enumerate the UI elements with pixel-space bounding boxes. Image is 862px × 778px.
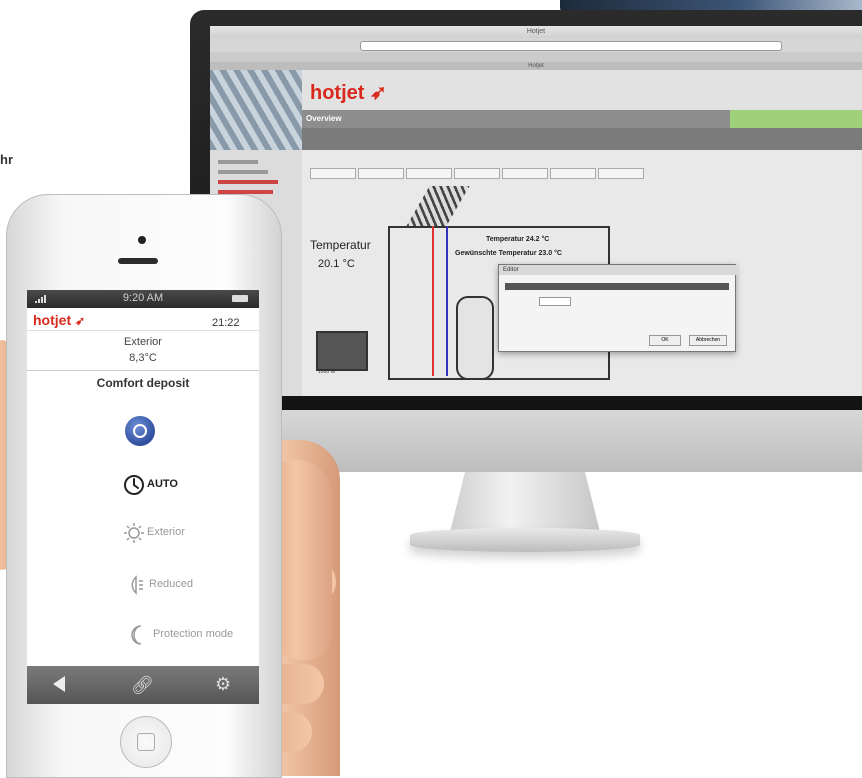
bottom-nav-bar: 🔗︎ ⚙ [27,666,259,704]
temperature-value: 20.1 °C [318,258,355,270]
browser-titlebar: Hotjet [210,26,862,38]
app-clock: 21:22 [212,317,240,329]
phone-status-bar: 9:20 AM [27,290,259,308]
front-camera [138,236,146,244]
status-time: 9:20 AM [122,292,164,304]
hot-pipe [432,226,434,376]
toolbar-button-3[interactable] [406,168,452,179]
browser-tab[interactable]: Hotjet [210,62,862,70]
boiler-label: 1000 W [318,369,336,375]
actual-temperature: Temperatur 24.2 °C [486,236,550,243]
bookmarks-bar [210,52,862,62]
earpiece-speaker [118,258,158,264]
toolbar-button-1[interactable] [310,168,356,179]
desired-temperature: Gewünschte Temperatur 23.0 °C [455,250,562,257]
monitor-stand-neck [450,472,600,532]
nav-strip [302,110,730,128]
app-header [210,70,862,110]
header-building-image [210,70,302,150]
refresh-icon [133,424,147,438]
lamp-icon [131,575,143,595]
battery-icon [232,295,248,302]
app-logo: hotjet ➶ [33,312,85,328]
exterior-temperature: 8,3°C [129,352,157,364]
dialog-header-bar [505,283,729,290]
partial-heading-text: hr [0,152,13,167]
monitor-screen: Hotjet Hotjet hotjet ➶ Overview 1000 W T… [210,26,862,396]
toolbar-button-7[interactable] [598,168,644,179]
sidebar-item-1[interactable] [218,160,258,164]
editor-dialog: Editor OK Abbrechen [498,264,739,352]
divider [27,370,259,371]
mode-reduced-row[interactable]: Reduced [27,572,259,600]
mode-exterior-row[interactable]: Exterior [27,520,259,548]
exterior-title: Exterior [124,336,162,348]
mode-label-protection: Protection mode [153,628,234,640]
temperature-label: Temperatur [310,238,371,252]
jet-logo-icon: ➶ [75,314,86,328]
toolbar-button-5[interactable] [502,168,548,179]
divider [27,330,259,331]
address-bar[interactable] [360,41,782,51]
app-logo-text: hotjet [33,312,72,328]
dialog-title: Editor [499,265,739,275]
sidebar-item-3[interactable] [218,180,278,184]
moon-icon [131,625,142,645]
mode-title: Comfort deposit [96,376,190,390]
logo-text: hotjet [310,82,365,104]
dialog-ok-button[interactable]: OK [649,335,681,346]
back-icon[interactable] [53,676,65,692]
phone-screen: 9:20 AM hotjet ➶ 21:22 Exterior 8,3°C Co… [27,290,259,704]
sun-icon [124,523,144,543]
sidebar-item-2[interactable] [218,170,268,174]
link-icon[interactable]: 🔗︎ [131,675,154,696]
clock-icon [124,475,144,495]
boiler-unit-icon [316,331,368,371]
mode-label-reduced: Reduced [149,578,194,590]
gear-icon[interactable]: ⚙ [215,674,231,695]
screen-logo: hotjet ➶ [310,82,387,104]
mode-auto-row[interactable]: AUTO [27,472,259,500]
mode-label-auto: AUTO [147,478,178,490]
toolbar-button-2[interactable] [358,168,404,179]
storage-tank-icon [456,296,494,380]
nav-strip-label[interactable]: Overview [306,114,342,123]
status-bar-green [730,110,862,128]
monitor-stand-base [410,528,640,552]
toolbar-buttons [310,168,670,179]
dialog-cancel-button[interactable]: Abbrechen [689,335,727,346]
cold-pipe [446,226,448,376]
toolbar-button-6[interactable] [550,168,596,179]
home-button-icon [137,733,155,751]
dialog-value-field[interactable] [539,297,571,306]
mode-label-exterior: Exterior [147,526,185,538]
mode-protection-row[interactable]: Protection mode [27,622,259,650]
subnav-strip [302,128,862,150]
toolbar-button-4[interactable] [454,168,500,179]
